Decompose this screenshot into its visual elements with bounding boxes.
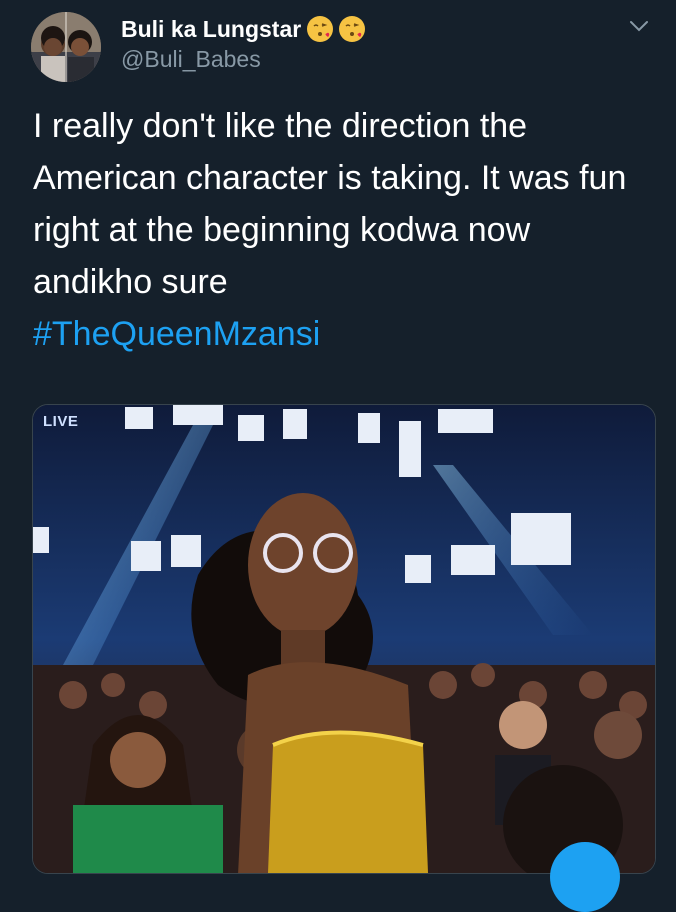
hashtag-link[interactable]: #TheQueenMzansi bbox=[33, 308, 643, 360]
face-blowing-kiss-emoji bbox=[339, 16, 366, 42]
avatar[interactable] bbox=[31, 12, 101, 82]
compose-icon[interactable] bbox=[550, 842, 620, 912]
tweet-text: I really don't like the direction the Am… bbox=[33, 107, 627, 301]
chevron-down-icon[interactable] bbox=[624, 14, 654, 38]
live-badge: LIVE bbox=[43, 413, 79, 430]
tweet-media-image[interactable]: LIVE bbox=[32, 404, 656, 874]
author-name-row[interactable]: Buli ka Lungstar bbox=[121, 12, 366, 46]
display-name[interactable]: Buli ka Lungstar bbox=[121, 16, 301, 43]
author-handle[interactable]: @Buli_Babes bbox=[121, 46, 261, 73]
media-photo bbox=[33, 405, 655, 873]
face-blowing-kiss-emoji bbox=[307, 16, 334, 42]
tweet-body: I really don't like the direction the Am… bbox=[33, 100, 643, 360]
